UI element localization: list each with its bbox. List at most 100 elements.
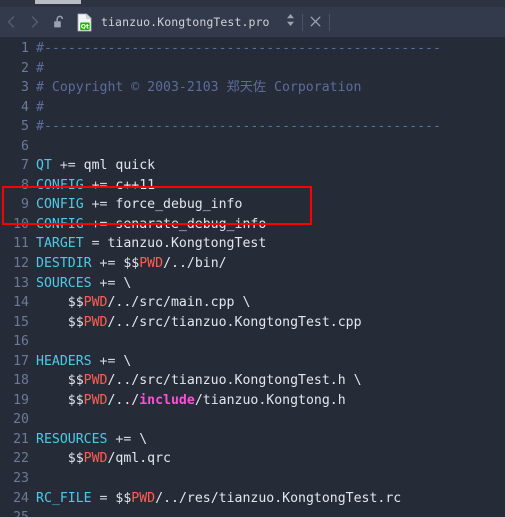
line-number: 19 <box>13 392 29 408</box>
code-line-text: QT += qml quick <box>36 158 155 173</box>
code-line-text: TARGET = tianzuo.KongtongTest <box>36 236 266 251</box>
line-number: 11 <box>13 236 29 252</box>
code-line-text: $$PWD/../include/tianzuo.Kongtong.h <box>36 393 346 408</box>
token-op: += <box>107 431 140 447</box>
code-line[interactable]: 20 <box>0 410 505 430</box>
code-line[interactable]: 5 #--------------------------------------… <box>0 117 505 137</box>
code-line[interactable]: 23 <box>0 469 505 489</box>
code-line-text: # <box>36 100 44 115</box>
file-lock-button[interactable] <box>46 7 72 37</box>
token-op: += <box>83 197 116 213</box>
code-line[interactable]: 15 $$PWD/../src/tianzuo.KongtongTest.cpp <box>0 313 505 333</box>
chevron-right-icon <box>29 15 40 29</box>
code-line-text: RESOURCES += \ <box>36 432 147 447</box>
token-var: PWD <box>131 490 156 506</box>
token-op: += <box>91 256 124 272</box>
code-line-text: # Copyright © 2003-2103 郑天佐 Corporation <box>36 80 361 95</box>
token-kw: TARGET <box>36 236 84 252</box>
code-line[interactable]: 22 $$PWD/qml.qrc <box>0 449 505 469</box>
line-number: 3 <box>21 80 29 96</box>
code-line-text: RC_FILE = $$PWD/../res/tianzuo.KongtongT… <box>36 491 401 506</box>
token-val: $$ <box>36 314 84 330</box>
line-number: 13 <box>13 275 29 291</box>
line-number: 24 <box>13 490 29 506</box>
close-document-button[interactable] <box>303 7 329 37</box>
code-line[interactable]: 24 RC_FILE = $$PWD/../res/tianzuo.Kongton… <box>0 489 505 509</box>
code-line[interactable]: 17 HEADERS += \ <box>0 352 505 372</box>
line-number: 7 <box>21 158 29 174</box>
file-selector-stepper[interactable] <box>280 7 302 37</box>
token-val: tianzuo.KongtongTest <box>107 236 267 252</box>
line-number: 17 <box>13 353 29 369</box>
code-line[interactable]: 16 <box>0 332 505 352</box>
line-number: 10 <box>13 216 29 232</box>
token-kw: HEADERS <box>36 353 92 369</box>
line-number: 15 <box>13 314 29 330</box>
code-line-text: $$PWD/../src/tianzuo.KongtongTest.cpp <box>36 315 362 330</box>
code-line[interactable]: 13 SOURCES += \ <box>0 274 505 294</box>
token-op: += <box>91 275 124 291</box>
line-number: 20 <box>13 412 29 428</box>
code-line[interactable]: 18 $$PWD/../src/tianzuo.KongtongTest.h \ <box>0 371 505 391</box>
token-kw: RC_FILE <box>36 490 92 506</box>
code-line[interactable]: 11 TARGET = tianzuo.KongtongTest <box>0 234 505 254</box>
token-comment: # Copyright © 2003-2103 郑天佐 Corporation <box>36 80 362 96</box>
token-op: += <box>51 158 84 174</box>
token-kw: CONFIG <box>36 177 84 193</box>
code-line[interactable]: 7 QT += qml quick <box>0 156 505 176</box>
svg-text:Qt: Qt <box>81 23 89 30</box>
token-op: += <box>83 216 116 232</box>
token-var: PWD <box>139 256 164 272</box>
token-val: $$ <box>36 392 84 408</box>
token-val: /../bin/ <box>163 256 227 272</box>
token-val: \ <box>123 275 132 291</box>
token-val: $$ <box>123 256 140 272</box>
line-number: 14 <box>13 295 29 311</box>
code-line[interactable]: 9 CONFIG += force_debug_info <box>0 195 505 215</box>
back-button[interactable] <box>0 7 23 37</box>
token-op: = <box>91 490 116 506</box>
line-number: 1 <box>21 41 29 56</box>
token-val: $$ <box>36 295 84 311</box>
token-op: += <box>83 177 116 193</box>
token-val: /../src/tianzuo.KongtongTest.h \ <box>107 373 362 389</box>
forward-button[interactable] <box>23 7 46 37</box>
token-val: \ <box>139 431 148 447</box>
token-val: /../res/tianzuo.KongtongTest.rc <box>155 490 402 506</box>
code-line[interactable]: 10 CONFIG += senarate_debug_info <box>0 215 505 235</box>
code-line[interactable]: 3 # Copyright © 2003-2103 郑天佐 Corporation <box>0 78 505 98</box>
active-tab-indicator[interactable] <box>35 0 81 4</box>
token-kw: DESTDIR <box>36 256 92 272</box>
token-val: $$ <box>115 490 132 506</box>
code-line[interactable]: 6 <box>0 137 505 157</box>
line-number: 9 <box>21 197 29 213</box>
code-line[interactable]: 2 # <box>0 59 505 79</box>
qt-creator-editor-window: Qt tianzuo.KongtongTest.pro 1 #---------… <box>0 0 505 517</box>
token-val: /tianzuo.Kongtong.h <box>194 392 346 408</box>
code-editor[interactable]: 1 #--------------------------------------… <box>0 37 505 517</box>
line-number: 25 <box>0 508 36 517</box>
code-line[interactable]: 8 CONFIG += c++11 <box>0 176 505 196</box>
line-number: 5 <box>21 119 29 135</box>
token-var: PWD <box>83 295 108 311</box>
line-number: 16 <box>13 334 29 350</box>
code-line[interactable]: 21 RESOURCES += \ <box>0 430 505 450</box>
code-line[interactable]: 4 # <box>0 98 505 118</box>
token-var: PWD <box>83 392 108 408</box>
code-line[interactable]: 12 DESTDIR += $$PWD/../bin/ <box>0 254 505 274</box>
line-number: 12 <box>13 256 29 272</box>
code-lines[interactable]: 1 #--------------------------------------… <box>0 39 505 517</box>
token-op: += <box>91 353 124 369</box>
token-val: /../src/tianzuo.KongtongTest.cpp <box>107 314 362 330</box>
token-kw: SOURCES <box>36 275 92 291</box>
open-file-name[interactable]: tianzuo.KongtongTest.pro <box>98 15 280 29</box>
code-line[interactable]: 1 #--------------------------------------… <box>0 39 505 59</box>
code-line[interactable]: 19 $$PWD/../include/tianzuo.Kongtong.h <box>0 391 505 411</box>
token-comment: # <box>36 99 44 115</box>
toolbar-separator-2 <box>328 13 330 31</box>
code-line[interactable]: 25 <box>0 508 505 517</box>
code-line[interactable]: 14 $$PWD/../src/main.cpp \ <box>0 293 505 313</box>
unlocked-padlock-icon <box>53 15 66 30</box>
code-line-text: DESTDIR += $$PWD/../bin/ <box>36 256 227 271</box>
line-number: 8 <box>21 177 29 193</box>
